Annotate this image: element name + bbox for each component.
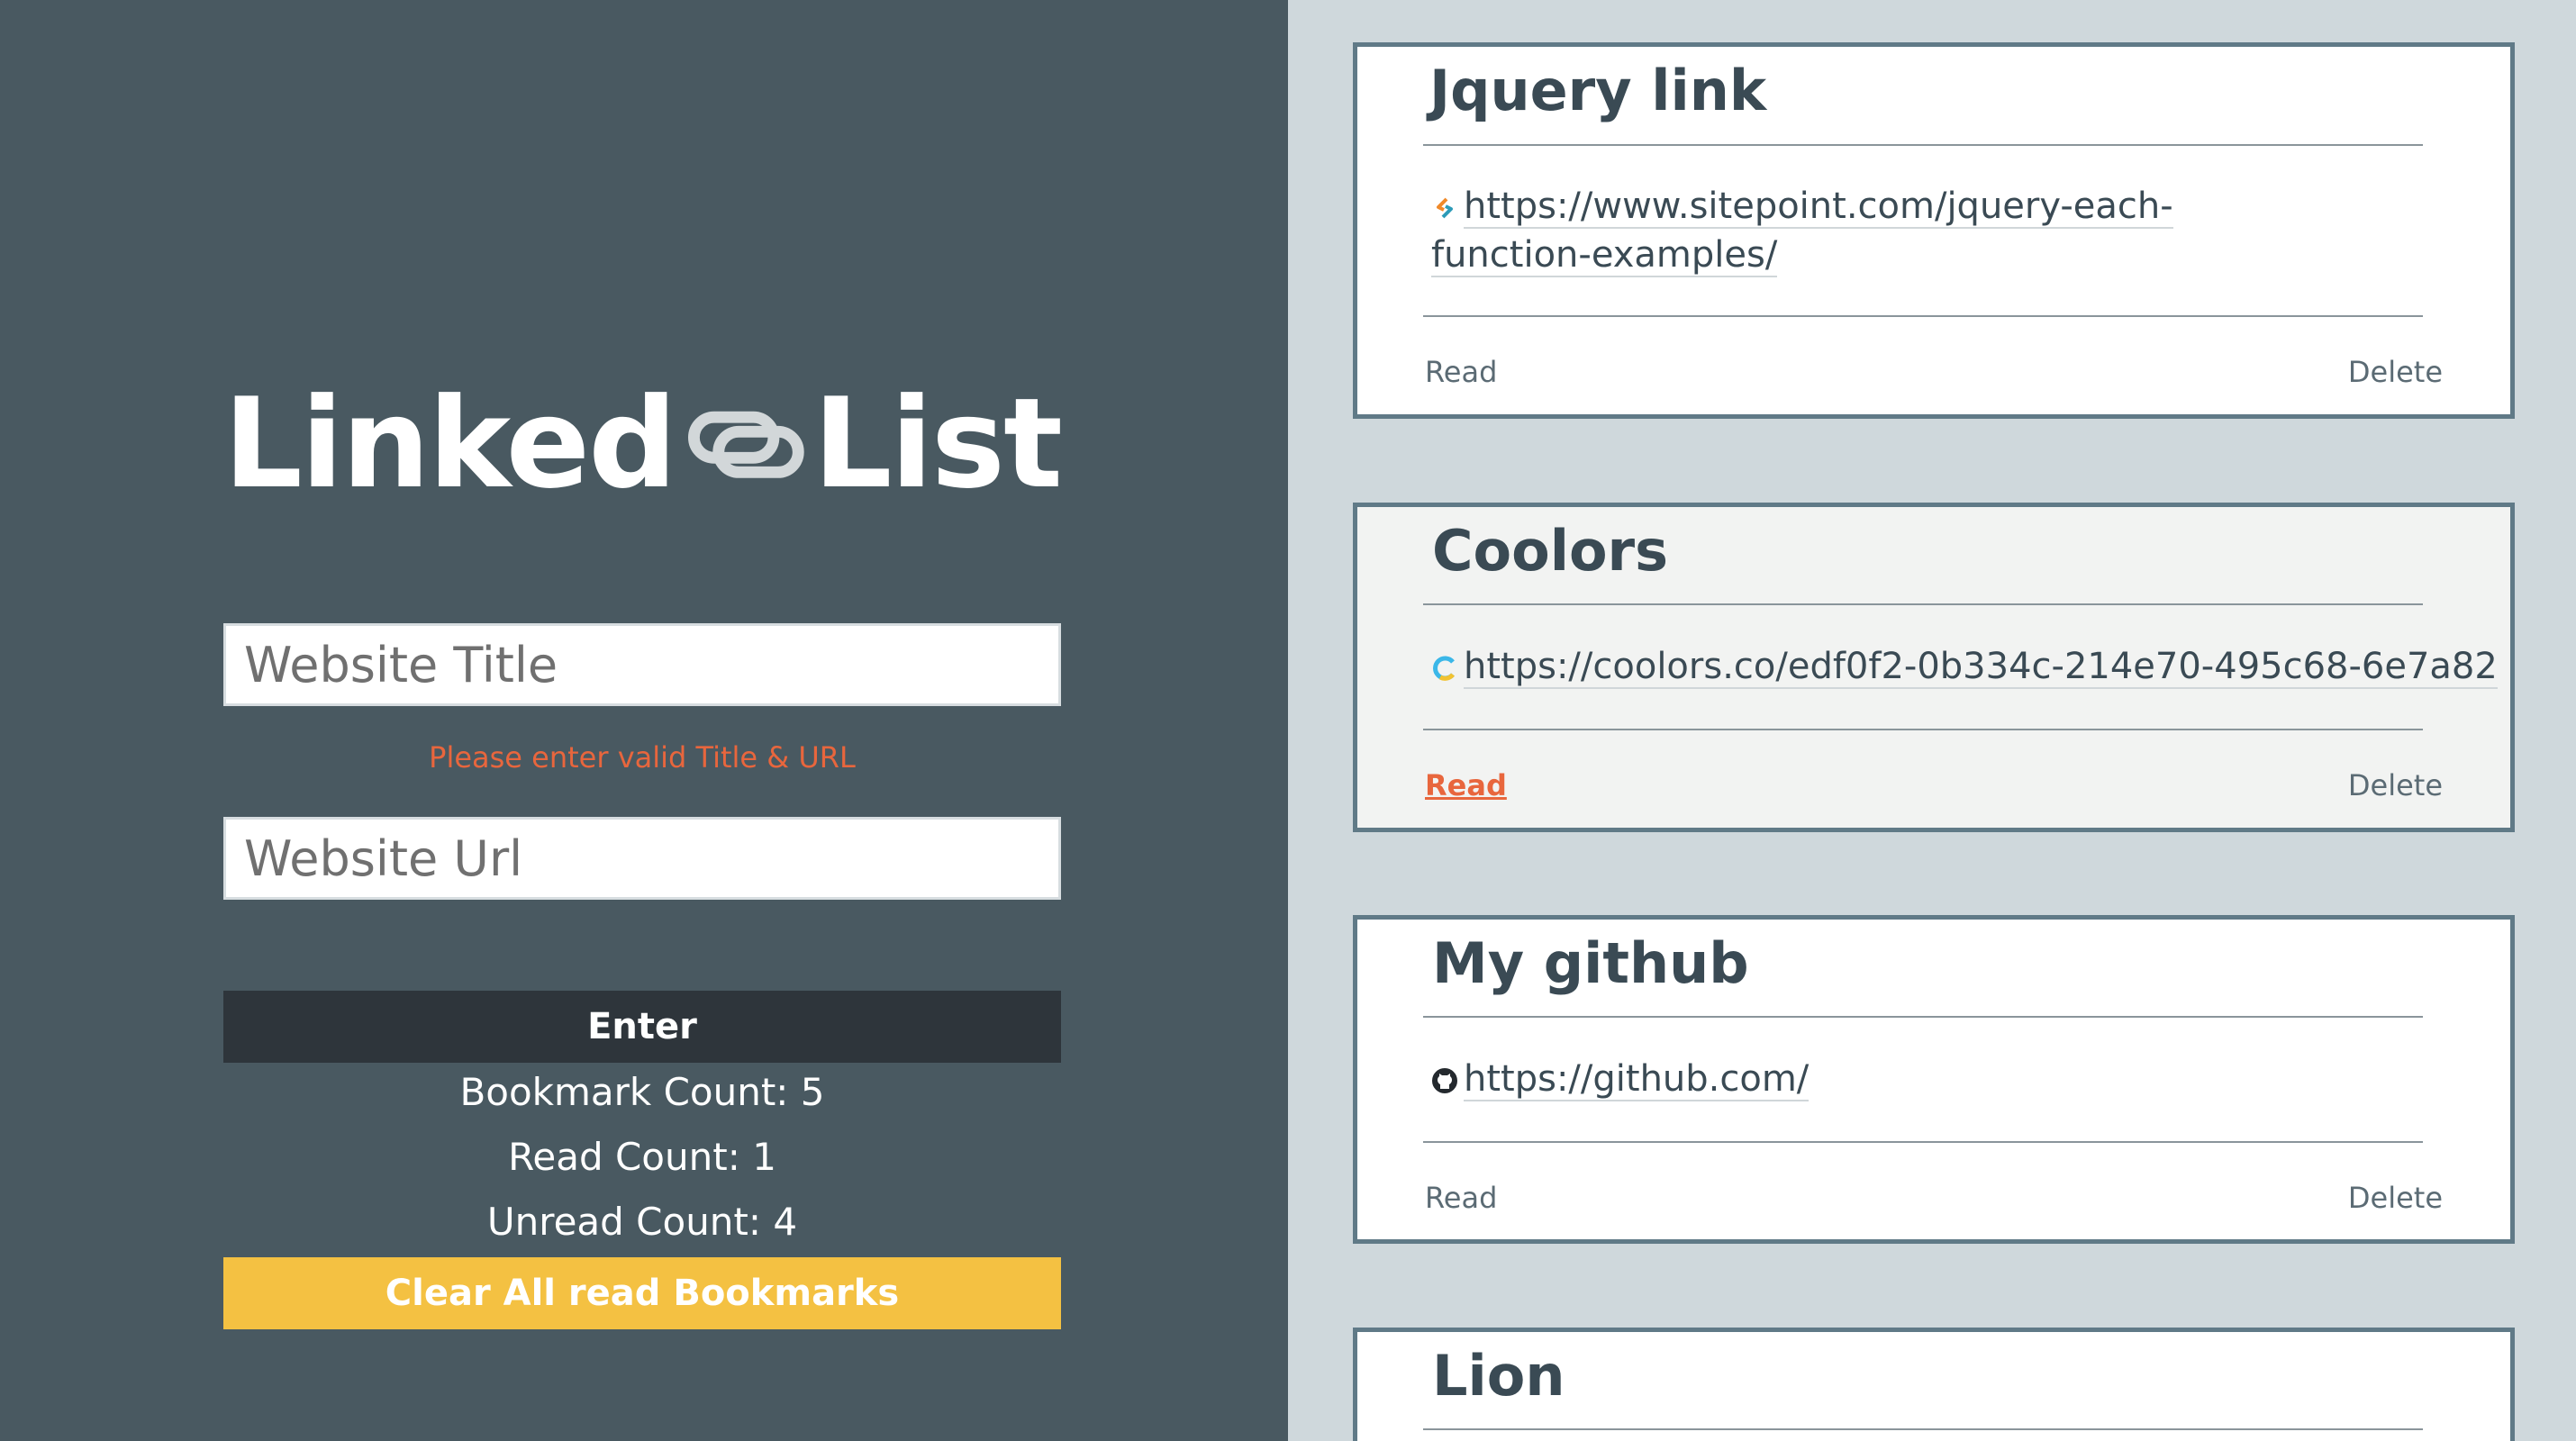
divider xyxy=(1423,144,2423,146)
bookmark-url-link[interactable]: https://www.sitepoint.com/jquery-each-fu… xyxy=(1431,182,2332,279)
bookmark-url-text: https://github.com/ xyxy=(1464,1058,1810,1101)
app-logo: Linked List xyxy=(223,371,1063,516)
website-url-input[interactable] xyxy=(223,817,1061,900)
bookmark-title: Lion xyxy=(1432,1343,1565,1409)
divider xyxy=(1423,1428,2423,1430)
website-title-input[interactable] xyxy=(223,623,1061,706)
bookmark-count: Bookmark Count: 5 xyxy=(459,1070,825,1114)
mark-read-button[interactable]: Read xyxy=(1425,355,1497,389)
bookmark-title: Jquery link xyxy=(1429,58,1767,123)
read-count: Read Count: 1 xyxy=(508,1135,776,1179)
bookmark-url-text: https://www.sitepoint.com/jquery-each-fu… xyxy=(1431,186,2173,277)
validation-error-message: Please enter valid Title & URL xyxy=(429,740,856,775)
unread-count: Unread Count: 4 xyxy=(486,1200,798,1244)
coolors-icon xyxy=(1433,656,1455,681)
bookmark-url-text: https://coolors.co/edf0f2-0b334c-214e70-… xyxy=(1464,646,2498,689)
divider xyxy=(1423,315,2423,317)
logo-text-linked: Linked xyxy=(223,371,677,516)
divider xyxy=(1423,603,2423,605)
divider xyxy=(1423,1016,2423,1018)
mark-read-button[interactable]: Read xyxy=(1425,768,1507,802)
sitepoint-icon xyxy=(1437,197,1453,219)
enter-button[interactable]: Enter xyxy=(223,991,1061,1063)
bookmark-card: Coolors https://coolors.co/edf0f2-0b334c… xyxy=(1353,503,2515,832)
app-root: Linked List Please enter valid Title & U… xyxy=(0,0,2576,1441)
delete-button[interactable]: Delete xyxy=(2348,768,2443,802)
delete-button[interactable]: Delete xyxy=(2348,1181,2443,1215)
divider xyxy=(1423,1141,2423,1143)
bookmark-title: My github xyxy=(1432,930,1749,996)
bookmark-url-link[interactable]: https://github.com/ xyxy=(1431,1055,2332,1103)
left-panel: Linked List Please enter valid Title & U… xyxy=(0,0,1288,1441)
logo-text-list: List xyxy=(812,371,1063,516)
mark-read-button[interactable]: Read xyxy=(1425,1181,1497,1215)
bookmark-card: Lion xyxy=(1353,1328,2515,1441)
delete-button[interactable]: Delete xyxy=(2348,355,2443,389)
bookmark-card: Jquery link https://www.sitepoint.com/jq… xyxy=(1353,42,2515,419)
github-icon xyxy=(1432,1068,1457,1093)
divider xyxy=(1423,729,2423,730)
bookmark-url-link[interactable]: https://coolors.co/edf0f2-0b334c-214e70-… xyxy=(1431,642,2498,691)
paperclip-link-icon xyxy=(687,411,804,478)
bookmark-card: My github https://github.com/ Read Delet… xyxy=(1353,915,2515,1244)
bookmark-title: Coolors xyxy=(1432,518,1669,584)
clear-read-bookmarks-button[interactable]: Clear All read Bookmarks xyxy=(223,1257,1061,1329)
